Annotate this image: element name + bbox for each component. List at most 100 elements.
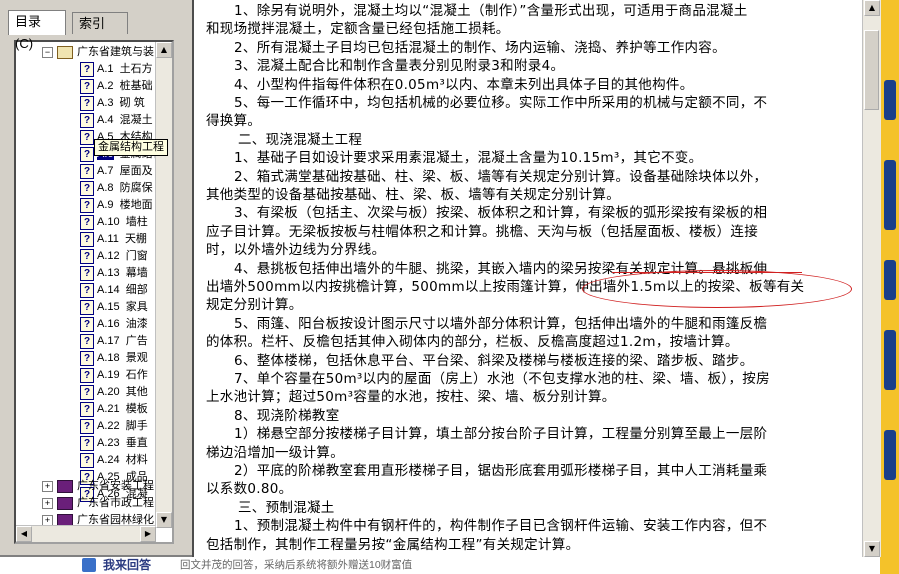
tree-item-code: A.14 — [97, 284, 120, 296]
help-page-icon: ? — [80, 214, 94, 230]
help-page-icon: ? — [80, 401, 94, 417]
scroll-left-icon[interactable]: ◀ — [16, 526, 32, 542]
tree-item[interactable]: ? A.4 混凝土 — [80, 112, 153, 129]
scroll-up-icon[interactable]: ▲ — [156, 42, 172, 58]
scroll-down-icon[interactable]: ▼ — [156, 512, 172, 528]
expand-icon[interactable]: + — [42, 497, 53, 509]
collapse-icon[interactable]: − — [42, 46, 53, 58]
expand-icon[interactable]: + — [42, 480, 53, 492]
tree-item-label: 油漆 — [125, 318, 148, 330]
content-line: 出墙外500mm以内按挑檐计算，500mm以上按雨篷计算，伸出墙外1.5m以上的… — [206, 279, 805, 295]
pencil-icon — [82, 558, 96, 572]
contents-tree: − 广东省建筑与装 ? A.1 土石方? A.2 桩基础? A.3 砌 筑? A.4 混凝… — [14, 40, 174, 544]
tree-vertical-scrollbar[interactable]: ▲ ▼ — [155, 42, 172, 528]
tree-item-code: A.10 — [97, 216, 120, 228]
tree-item-label: 材料 — [125, 454, 148, 466]
help-page-icon: ? — [80, 129, 94, 145]
content-line: 1）梯悬空部分按楼梯子目计算，填土部分按台阶子目计算，工程量分别算至最上一层阶 — [234, 426, 768, 443]
tree-item-code: A.18 — [97, 352, 120, 364]
tree-item[interactable]: ? A.2 桩基础 — [80, 78, 153, 95]
content-line: 其他类型的设备基础按基础、柱、梁、板、墙等有关规定分别计算。 — [206, 187, 620, 203]
content-line: 应子目计算。无梁板按板与柱帽体积之和计算。挑檐、天沟与板（包括屋面板、楼板）连接 — [206, 223, 758, 240]
content-line: 2、箱式满堂基础按基础、柱、梁、板、墙等有关规定分别计算。设备基础除块体以外， — [234, 168, 768, 185]
tree-item[interactable]: ? A.11 天棚 — [80, 231, 147, 248]
tree-item-code: A.3 — [97, 97, 114, 109]
tree-item[interactable]: ? A.10 墙柱 — [80, 214, 148, 231]
scroll-up-icon[interactable]: ▲ — [864, 0, 880, 16]
tab-index[interactable]: 索引(N) — [72, 12, 128, 53]
tree-book-label: 广东省安装工程 — [77, 480, 154, 492]
content-line: 1、基础子目如设计要求采用素混凝土，混凝土含量为10.15m³，其它不变。 — [234, 150, 703, 167]
tree-item-code: A.12 — [97, 250, 120, 262]
help-window: 目录(C) 索引(N) −广东省建筑与装 ?A.1 土石方?A.2 桩基础?A.… — [0, 0, 881, 557]
help-page-icon: ? — [80, 231, 94, 247]
tree-item[interactable]: ? A.24 材料 — [80, 452, 148, 469]
tree-item[interactable]: ? A.18 景观 — [80, 350, 148, 367]
tree-item[interactable]: ? A.9 楼地面 — [80, 197, 153, 214]
tree-item[interactable]: ? A.17 广告 — [80, 333, 148, 350]
content-vertical-scrollbar[interactable]: ▲ ▼ — [862, 0, 881, 557]
expand-icon[interactable]: + — [42, 514, 53, 526]
tree-item-label: 楼地面 — [119, 199, 153, 211]
help-page-icon: ? — [80, 180, 94, 196]
help-page-icon: ? — [80, 61, 94, 77]
tree-item[interactable]: ? A.19 石作 — [80, 367, 148, 384]
answer-hint: 回文并茂的回答，采纳后系统将额外赠送10财富值 — [180, 559, 413, 571]
tree-item-label: 桩基础 — [119, 80, 153, 92]
tree-item[interactable]: ? A.20 其他 — [80, 384, 148, 401]
background-decoration — [880, 0, 899, 574]
content-line: 规定分别计算。 — [206, 297, 303, 314]
tree-item[interactable]: ? A.15 家具 — [80, 299, 148, 316]
help-page-icon: ? — [80, 146, 94, 162]
tree-item-label: 墙柱 — [125, 216, 148, 228]
tree-item-code: A.17 — [97, 335, 120, 347]
topic-content: 1、除另有说明外，混凝土均以“混凝土（制作）”含量形式出现，可适用于商品混凝土和… — [192, 0, 862, 557]
scroll-down-icon[interactable]: ▼ — [864, 541, 880, 557]
help-page-icon: ? — [80, 316, 94, 332]
content-line: 7、单个容量在50m³以内的屋面（房上）水池（不包支撑水池的柱、梁、墙、板），按… — [234, 371, 770, 387]
tree-root-label: 广东省建筑与装 — [77, 46, 154, 58]
answer-link[interactable]: 我来回答 — [103, 557, 151, 574]
tab-contents[interactable]: 目录(C) — [8, 10, 66, 51]
tree-item[interactable]: ? A.21 模板 — [80, 401, 148, 418]
book-icon — [57, 496, 73, 510]
tree-item-label: 石作 — [125, 369, 148, 381]
scrollbar-thumb[interactable] — [864, 30, 879, 110]
tree-item[interactable]: ? A.12 门窗 — [80, 248, 148, 265]
help-page-icon: ? — [80, 367, 94, 383]
content-line: 2、所有混凝土子目均已包括混凝土的制作、场内运输、浇捣、养护等工作内容。 — [234, 39, 726, 56]
help-page-icon: ? — [80, 418, 94, 434]
tree-item-code: A.4 — [97, 114, 114, 126]
tree-item-label: 幕墙 — [125, 267, 148, 279]
tree-item[interactable]: ? A.16 油漆 — [80, 316, 148, 333]
content-line: 6、整体楼梯，包括休息平台、平台梁、斜梁及楼梯与楼板连接的梁、踏步板、踏步。 — [234, 352, 754, 369]
tree-item[interactable]: ? A.14 细部 — [80, 282, 148, 299]
tree-book[interactable]: + 广东省安装工程 — [42, 478, 154, 495]
tree-item[interactable]: ? A.3 砌 筑 — [80, 95, 145, 112]
tree-book-label: 广东省市政工程 — [77, 497, 154, 509]
tree-item-code: A.19 — [97, 369, 120, 381]
tree-item-code: A.21 — [97, 403, 120, 415]
content-line: 3、有梁板（包括主、次梁与板）按梁、板体积之和计算，有梁板的弧形梁按有梁板的相 — [234, 205, 768, 222]
tree-root[interactable]: − 广东省建筑与装 — [42, 44, 154, 61]
tree-item[interactable]: ? A.1 土石方 — [80, 61, 153, 78]
tree-item-label: 其他 — [125, 386, 148, 398]
tree-item-label: 景观 — [125, 352, 148, 364]
content-line: 三、预制混凝土 — [238, 499, 335, 516]
tree-item-code: A.15 — [97, 301, 120, 313]
tree-horizontal-scrollbar[interactable]: ◀ ▶ — [16, 525, 156, 542]
tree-book[interactable]: + 广东省市政工程 — [42, 495, 154, 512]
scroll-right-icon[interactable]: ▶ — [140, 526, 156, 542]
content-line: 的体积。栏杆、反檐包括其伸入砌体内的部分，栏板、反檐高度超过1.2m，按墙计算。 — [206, 334, 739, 351]
tree-item[interactable]: ? A.22 脚手 — [80, 418, 148, 435]
content-line: 二、现浇混凝土工程 — [238, 131, 363, 148]
tree-item[interactable]: ? A.8 防腐保 — [80, 180, 153, 197]
tree-item-code: A.1 — [97, 63, 114, 75]
tree-item-code: A.7 — [97, 165, 114, 177]
tree-item[interactable]: ? A.7 屋面及 — [80, 163, 153, 180]
tree-item[interactable]: ? A.23 垂直 — [80, 435, 148, 452]
tree-item[interactable]: ? A.13 幕墙 — [80, 265, 148, 282]
tree-item-label: 砌 筑 — [119, 97, 145, 109]
tree-item-label: 广告 — [125, 335, 148, 347]
tree-item-code: A.11 — [97, 233, 119, 245]
